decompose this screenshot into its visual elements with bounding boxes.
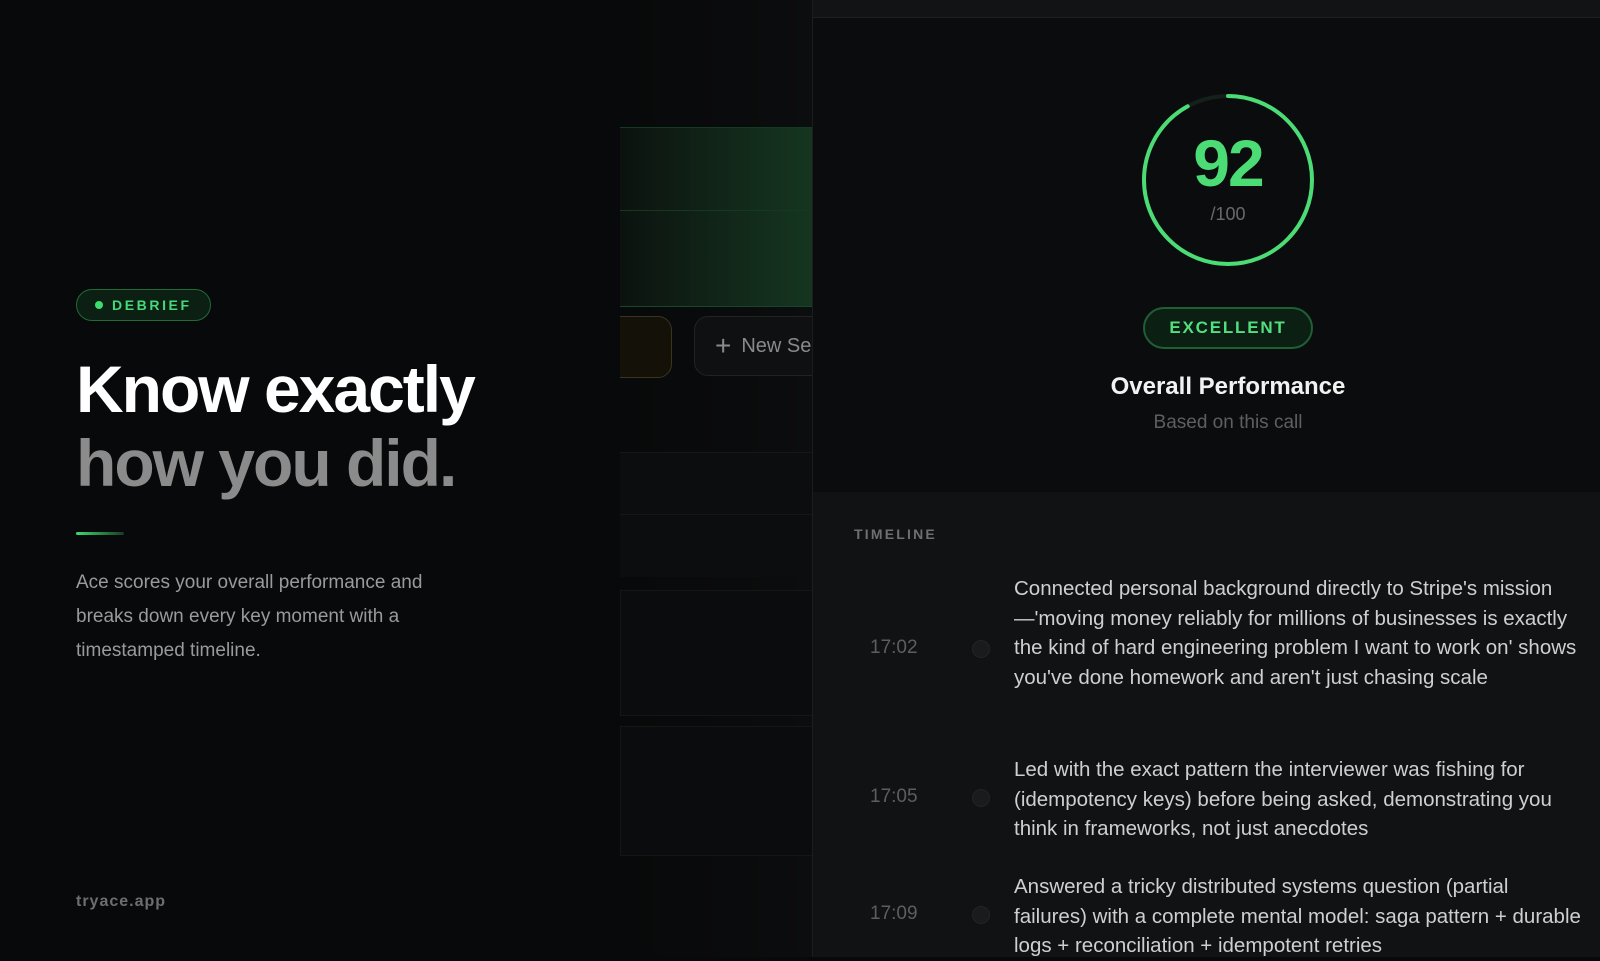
timeline-marker-icon bbox=[972, 906, 990, 924]
score-section: 92 /100 EXCELLENT Overall Performance Ba… bbox=[813, 18, 1600, 493]
headline-line-2: how you did. bbox=[76, 426, 457, 500]
timeline-timestamp: 17:05 bbox=[870, 786, 918, 807]
active-session-card bbox=[620, 127, 812, 307]
score-value: 92 bbox=[1193, 126, 1264, 200]
score-denominator: /100 bbox=[1210, 204, 1246, 224]
rating-label: EXCELLENT bbox=[1169, 318, 1287, 337]
timeline-text: Connected personal background directly t… bbox=[1014, 577, 1577, 689]
footer-url[interactable]: tryace.app bbox=[76, 893, 166, 911]
description-text: Ace scores your overall performance and … bbox=[76, 572, 423, 661]
timeline-text: Led with the exact pattern the interview… bbox=[1014, 758, 1552, 840]
overall-performance-subtitle: Based on this call bbox=[1153, 412, 1303, 433]
status-dot-icon bbox=[95, 301, 103, 309]
new-session-button[interactable]: + New Se bbox=[694, 316, 812, 376]
timeline-timestamp: 17:09 bbox=[870, 903, 918, 924]
overall-performance-title: Overall Performance bbox=[1110, 373, 1346, 400]
marketing-panel: DEBRIEF Know exactly how you did. Ace sc… bbox=[0, 0, 620, 957]
timeline-timestamp: 17:02 bbox=[870, 637, 918, 658]
timeline-heading: TIMELINE bbox=[854, 526, 937, 542]
list-item[interactable] bbox=[620, 514, 812, 577]
primary-action-button[interactable] bbox=[620, 316, 672, 378]
rating-badge: EXCELLENT bbox=[1143, 307, 1313, 349]
card-divider bbox=[620, 210, 812, 211]
background-app-mockup: + New Se bbox=[620, 0, 812, 957]
new-session-label: New Se bbox=[741, 334, 812, 357]
list-group bbox=[620, 726, 812, 856]
debrief-badge: DEBRIEF bbox=[76, 289, 211, 321]
list-item[interactable] bbox=[620, 452, 812, 515]
timeline-marker-icon bbox=[972, 789, 990, 807]
headline-line-1: Know exactly bbox=[76, 352, 476, 426]
accent-divider bbox=[76, 532, 124, 535]
headline: Know exactly how you did. bbox=[76, 352, 476, 500]
timeline-text: Answered a tricky distributed systems qu… bbox=[1014, 875, 1581, 957]
timeline-section: TIMELINE 17:02 Connected personal backgr… bbox=[813, 492, 1600, 957]
badge-label: DEBRIEF bbox=[112, 297, 192, 313]
plus-icon: + bbox=[715, 330, 732, 361]
list-group bbox=[620, 590, 812, 716]
timeline-marker-icon bbox=[972, 640, 990, 658]
panel-top-bar bbox=[813, 0, 1600, 18]
debrief-panel: 92 /100 EXCELLENT Overall Performance Ba… bbox=[812, 0, 1600, 957]
